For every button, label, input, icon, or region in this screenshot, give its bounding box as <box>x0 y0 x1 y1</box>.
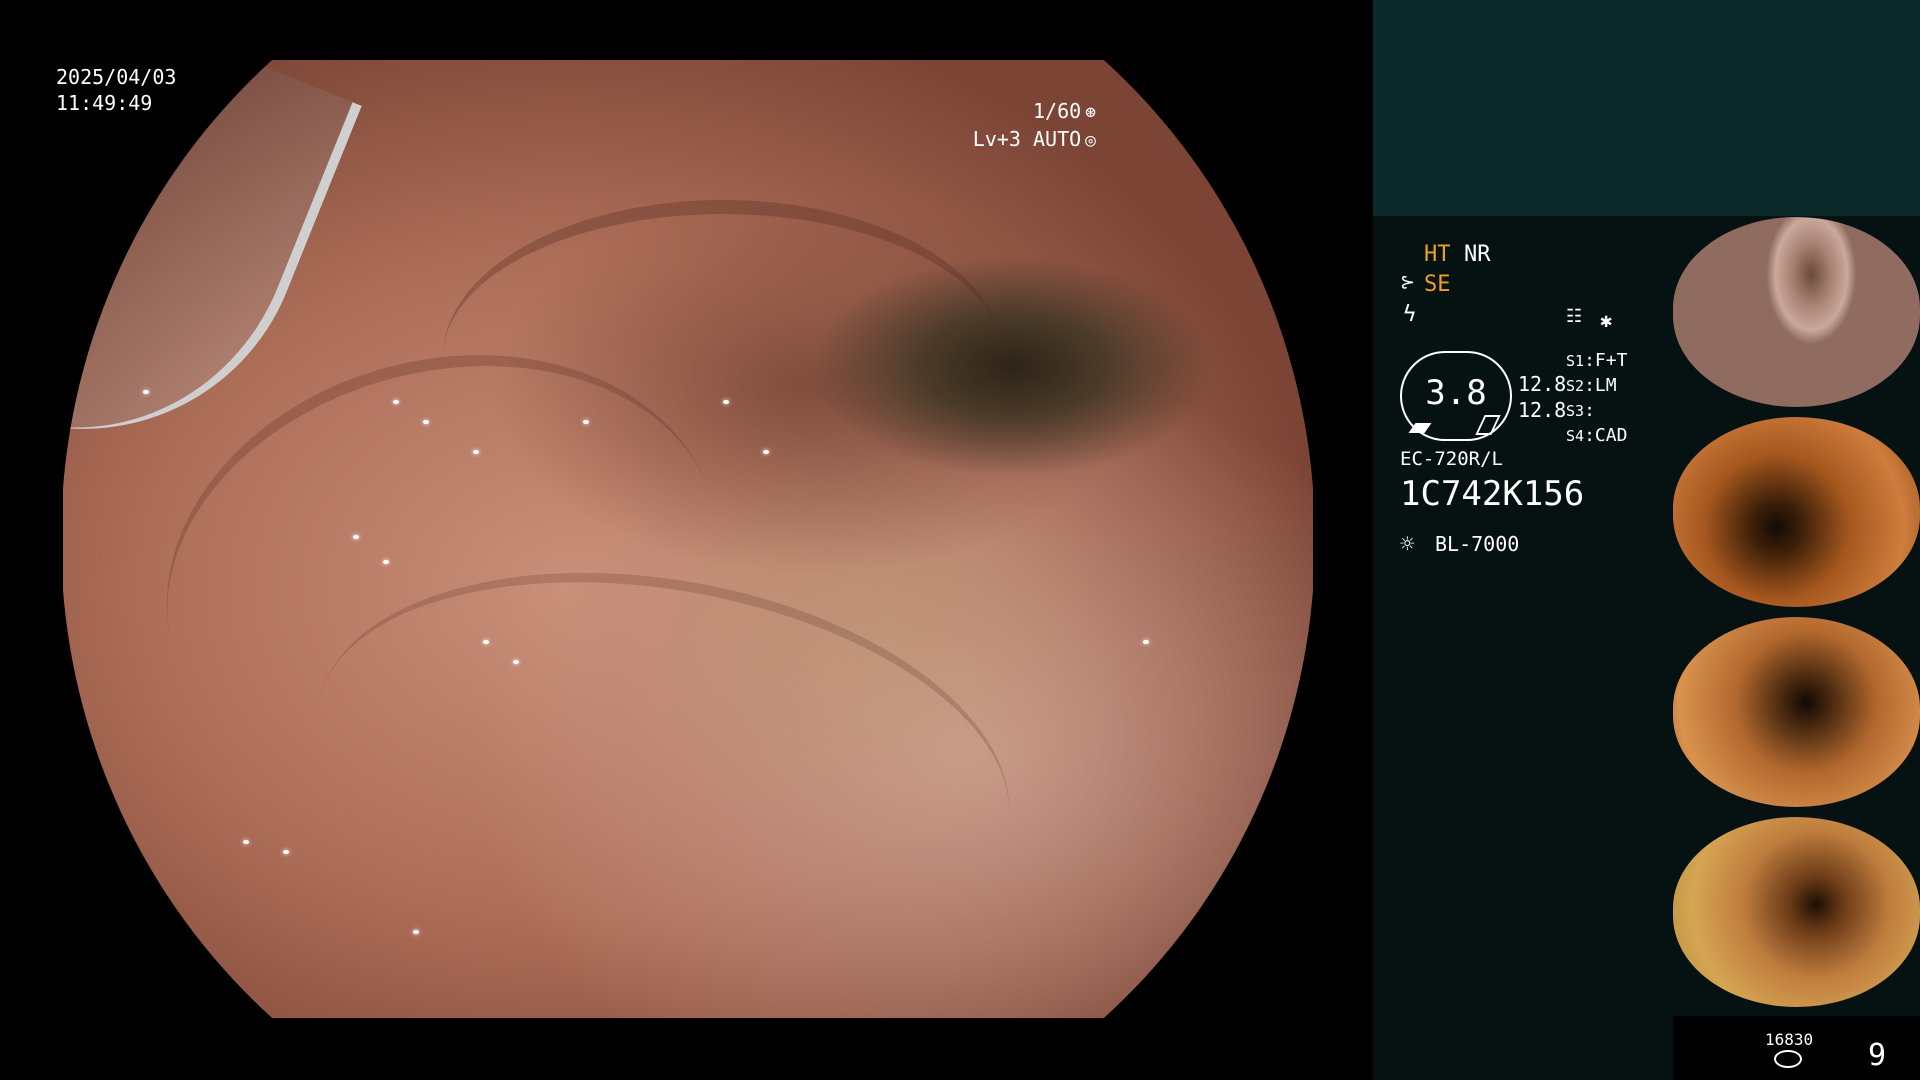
light-reflection <box>283 850 289 854</box>
top-panel <box>1373 0 1920 216</box>
thumbnail-4[interactable]: 1C742K156 <box>1673 817 1920 1007</box>
light-reflection <box>513 660 519 664</box>
scope-model: EC-720R/L <box>1400 448 1503 470</box>
ht-label: HT <box>1424 242 1451 267</box>
light-reflection <box>423 420 429 424</box>
date-text: 2025/04/03 <box>56 65 177 89</box>
light-reflection <box>243 840 249 844</box>
date-time: 2025/04/03 11:49:49 <box>56 64 176 116</box>
scope-serial: 1C742K156 <box>1400 474 1585 514</box>
light-level-readout: Lv+3 AUTO ◎ <box>973 126 1096 154</box>
score-value: 3.8 <box>1425 373 1487 413</box>
menu-icon: ☷ <box>1566 306 1583 327</box>
storage-count: 16830 <box>1765 1030 1814 1049</box>
light-reflection <box>413 930 419 934</box>
slot-key: S1 <box>1566 352 1585 370</box>
score-gauge: 3.8 <box>1400 351 1512 441</box>
light-reflection <box>383 560 389 564</box>
zoom-icon: ϟ <box>1403 302 1417 327</box>
slot-value: F+T <box>1594 350 1628 371</box>
gauge-right-marker <box>1475 415 1501 435</box>
time-text: 11:49:49 <box>56 91 153 115</box>
light-reflection <box>583 420 589 424</box>
shutter-icon: ⊛ <box>1085 102 1096 123</box>
light-reflection <box>723 400 729 404</box>
slot-s2: S2:LM <box>1566 375 1617 396</box>
slot-key: S4 <box>1566 427 1585 445</box>
star-icon: ✱ <box>1600 308 1613 332</box>
light-reflection <box>1143 640 1149 644</box>
nr-label: NR <box>1464 242 1491 267</box>
thumbnail-3[interactable]: 1C742K156 <box>1673 617 1920 807</box>
light-reflection <box>473 450 479 454</box>
se-label: SE <box>1424 272 1451 297</box>
endoscope-view <box>63 60 1313 1018</box>
slot-s4: S4:CAD <box>1566 425 1628 446</box>
slot-s1: S1:F+T <box>1566 350 1628 371</box>
thumbnail-strip: 1C742K156 1C742K156 1C742K156 1C742K156 <box>1673 216 1920 1016</box>
image-count: 9 <box>1868 1038 1887 1073</box>
slot-key: S2 <box>1566 377 1585 395</box>
stat-2: 12.8 <box>1518 398 1567 422</box>
light-source-icon: ☼ <box>1400 530 1415 558</box>
shutter-text: 1/60 <box>1032 99 1082 123</box>
gauge-left-marker <box>1408 423 1432 433</box>
storage-icon <box>1774 1050 1802 1068</box>
thumbnail-caption: 1C742K156 <box>1681 795 1719 803</box>
light-reflection <box>393 400 399 404</box>
thumbnail-caption: 1C742K156 <box>1681 595 1719 603</box>
thumbnail-caption: 1C742K156 <box>1681 395 1719 403</box>
thumbnail-2[interactable]: 1C742K156 <box>1673 417 1920 607</box>
info-panel: HT NR ⊱ SE ϟ ☷ ✱ 3.8 12.8 12.8 S1:F+T S2… <box>1373 216 1673 1080</box>
scope-tip-icon: ⊱ <box>1400 272 1416 293</box>
light-reflection <box>763 450 769 454</box>
slot-value: CAD <box>1594 425 1628 446</box>
slot-key: S3 <box>1566 402 1585 420</box>
thumbnail-caption: 1C742K156 <box>1681 995 1719 1003</box>
light-reflection <box>353 535 359 539</box>
slot-s3: S3: <box>1566 400 1595 421</box>
light-source-model: BL-7000 <box>1435 532 1520 556</box>
stat-1: 12.8 <box>1518 372 1567 396</box>
shutter-readout: 1/60 ⊛ <box>1033 98 1096 126</box>
thumbnail-1[interactable]: 1C742K156 <box>1673 217 1920 407</box>
iris-icon: ◎ <box>1085 130 1096 151</box>
light-reflection <box>143 390 149 394</box>
light-reflection <box>483 640 489 644</box>
slot-value: LM <box>1594 375 1617 396</box>
light-level-text: Lv+3 AUTO <box>972 127 1082 151</box>
